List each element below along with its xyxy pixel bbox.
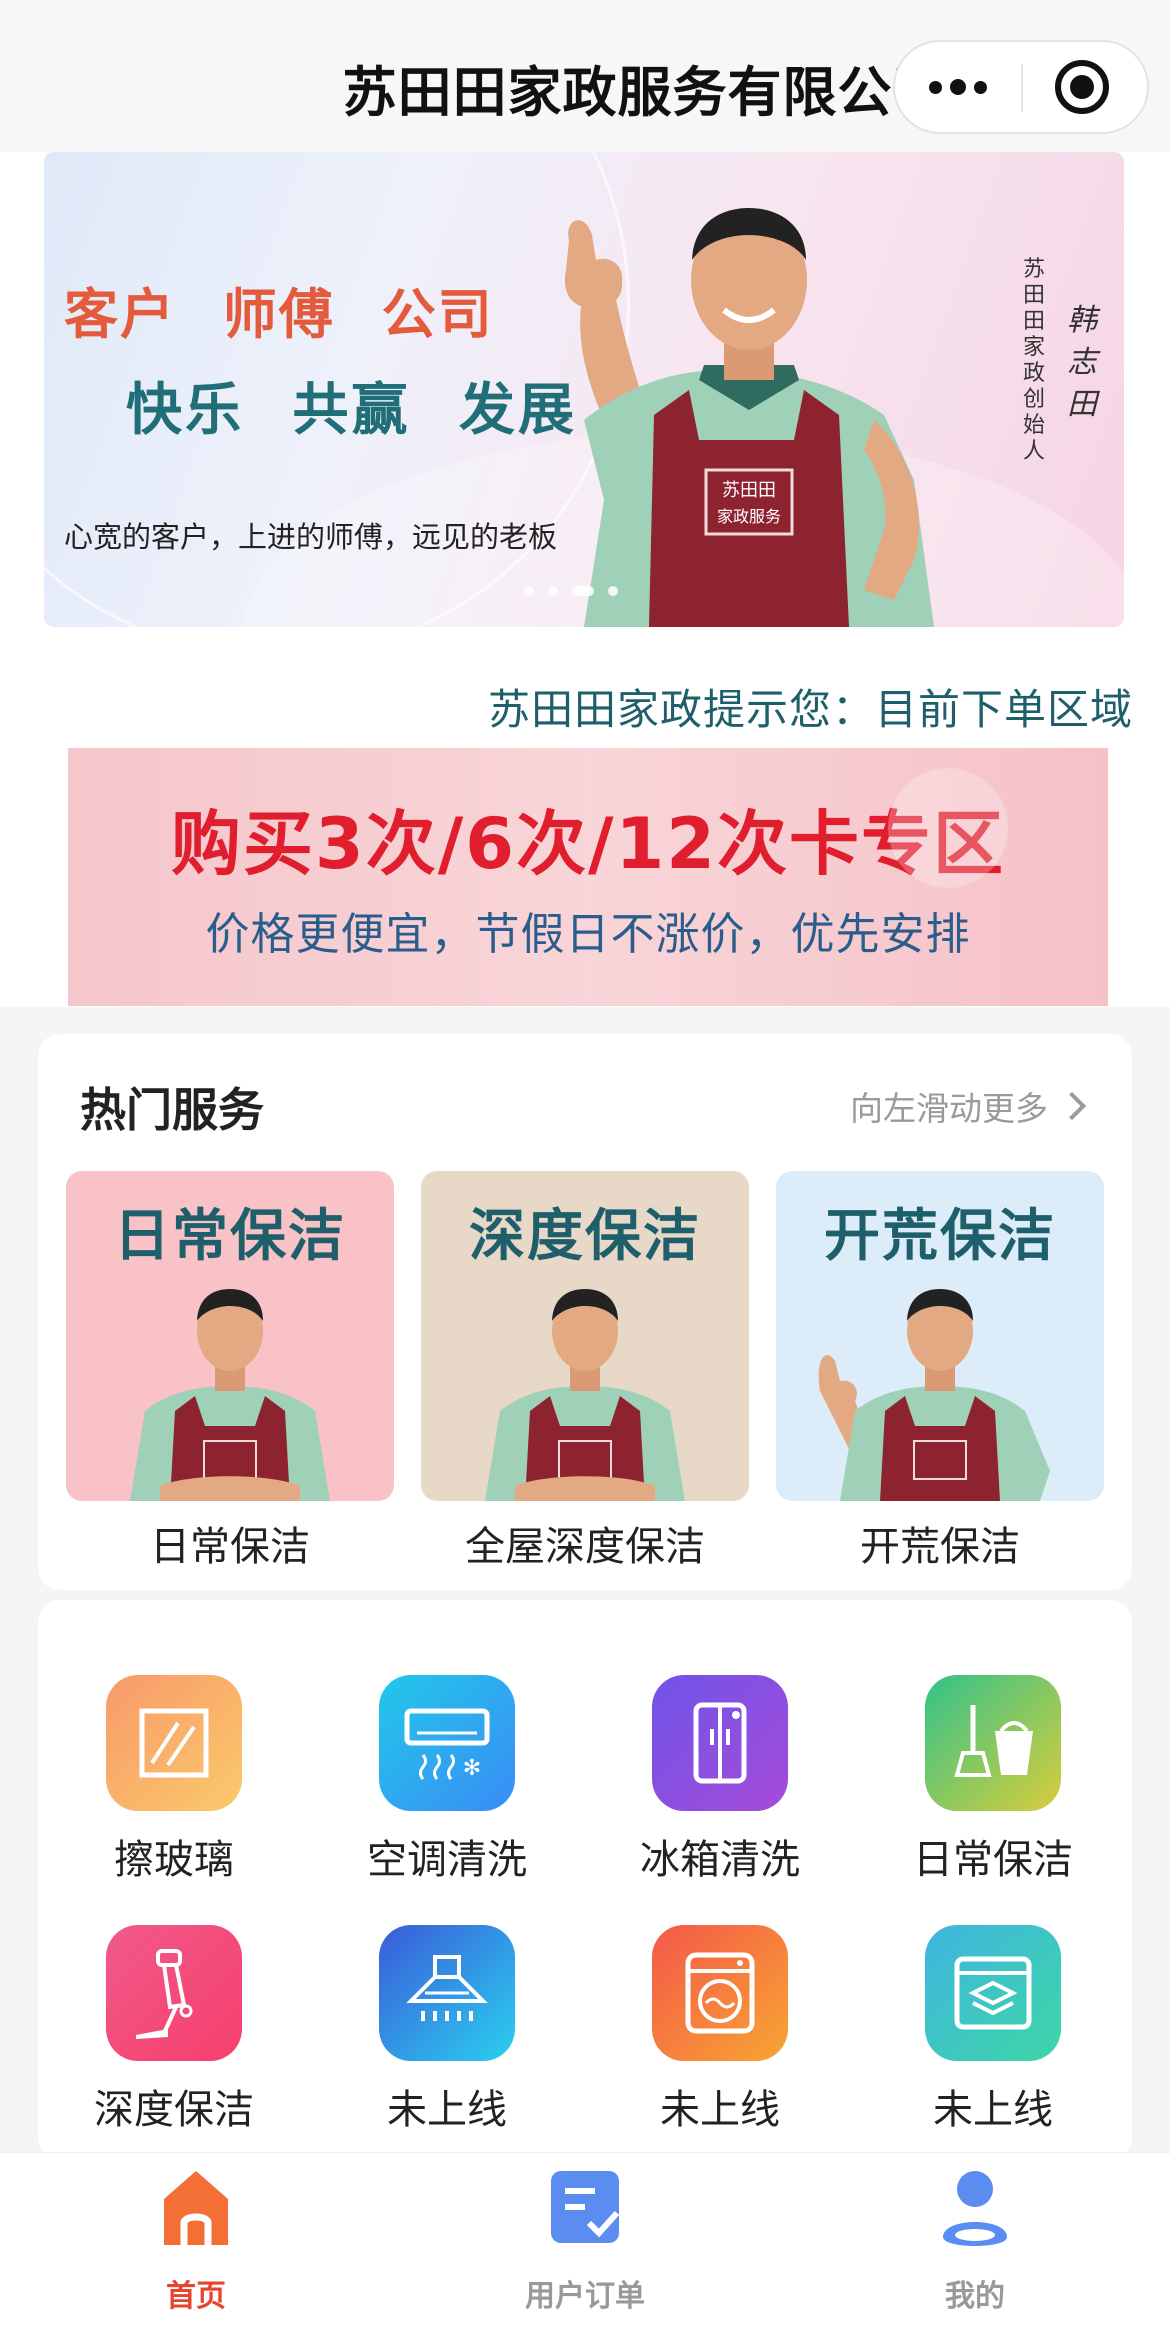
bottom-tab-bar: 首页 用户订单 我的 bbox=[0, 2152, 1170, 2328]
service-label-post-renovation: 开荒保洁 bbox=[860, 1524, 1020, 1570]
grid-item-daily[interactable]: 日常保洁 bbox=[883, 1675, 1103, 1885]
carousel-dot bbox=[524, 586, 534, 596]
apron-text-1: 苏田田 bbox=[722, 480, 776, 501]
vacuum-cleaner-icon bbox=[106, 1925, 242, 2061]
scroll-more-link[interactable]: 向左滑动更多 bbox=[850, 1082, 1087, 1130]
apron-text-2: 家政服务 bbox=[717, 507, 781, 526]
tab-profile[interactable]: 我的 bbox=[875, 2165, 1075, 2315]
grid-label: 擦玻璃 bbox=[114, 1837, 234, 1883]
grid-label: 未上线 bbox=[660, 2087, 780, 2133]
hot-services-card: 热门服务 向左滑动更多 日常保洁 日常保洁 深度保洁 全屋深度保洁 开荒保洁 开… bbox=[38, 1034, 1132, 1590]
promo-title: 购买3次/6次/12次卡专区 bbox=[171, 803, 1005, 885]
washing-machine-icon bbox=[652, 1925, 788, 2061]
banner-line-3: 心宽的客户，上进的师傅，远见的老板 bbox=[64, 520, 558, 554]
banner-line-2: 快乐 共赢 发展 bbox=[126, 378, 577, 443]
grid-item-fridge[interactable]: 冰箱清洗 bbox=[610, 1675, 830, 1885]
chevron-right-icon bbox=[1057, 1091, 1087, 1121]
grid-item-hood[interactable]: 未上线 bbox=[337, 1925, 557, 2135]
target-icon[interactable] bbox=[1055, 60, 1109, 114]
carousel-dot bbox=[548, 586, 558, 596]
banner-carousel[interactable]: 客户 师傅 公司 快乐 共赢 发展 心宽的客户，上进的师傅，远见的老板 苏田田 … bbox=[44, 152, 1124, 627]
range-hood-icon bbox=[379, 1925, 515, 2061]
service-card-daily[interactable]: 日常保洁 bbox=[66, 1171, 394, 1501]
broom-bucket-icon bbox=[925, 1675, 1061, 1811]
grid-item-deep[interactable]: 深度保洁 bbox=[64, 1925, 284, 2135]
more-dots-icon[interactable] bbox=[895, 42, 1021, 132]
svg-text:✻: ✻ bbox=[463, 1756, 481, 1781]
tab-orders[interactable]: 用户订单 bbox=[485, 2165, 685, 2315]
cleaner-photo bbox=[818, 1289, 1050, 1501]
promo-banner[interactable]: 购买3次/6次/12次卡专区 价格更便宜，节假日不涨价，优先安排 bbox=[68, 748, 1108, 1006]
carousel-dot-active bbox=[572, 586, 594, 596]
cleaner-photo bbox=[130, 1289, 330, 1501]
tab-label: 我的 bbox=[945, 2279, 1005, 2314]
window-glass-icon bbox=[106, 1675, 242, 1811]
grid-item-ac[interactable]: ✻ 空调清洗 bbox=[337, 1675, 557, 1885]
service-label-daily: 日常保洁 bbox=[150, 1524, 310, 1570]
grid-label: 深度保洁 bbox=[94, 2087, 254, 2133]
layers-box-icon bbox=[925, 1925, 1061, 2061]
grid-item-washer[interactable]: 未上线 bbox=[610, 1925, 830, 2135]
tab-home[interactable]: 首页 bbox=[96, 2165, 296, 2315]
tab-label: 用户订单 bbox=[525, 2279, 645, 2314]
grid-label: 未上线 bbox=[387, 2087, 507, 2133]
founder-photo: 苏田田 家政服务 bbox=[564, 208, 934, 627]
founder-signature: 韩志田 bbox=[1067, 303, 1097, 422]
service-card-post-renovation[interactable]: 开荒保洁 bbox=[776, 1171, 1104, 1501]
grid-label: 未上线 bbox=[933, 2087, 1053, 2133]
grid-label: 日常保洁 bbox=[913, 1837, 1073, 1883]
grid-label: 冰箱清洗 bbox=[640, 1837, 800, 1883]
notice-marquee: 苏田田家政提示您：目前下单区域 bbox=[44, 648, 1134, 758]
promo-subtitle: 价格更便宜，节假日不涨价，优先安排 bbox=[205, 909, 971, 960]
service-label-deep: 全屋深度保洁 bbox=[465, 1524, 705, 1570]
grid-label: 空调清洗 bbox=[367, 1837, 527, 1883]
tab-label: 首页 bbox=[166, 2279, 226, 2314]
banner-line-1: 客户 师傅 公司 bbox=[64, 283, 494, 346]
grid-item-glass[interactable]: 擦玻璃 bbox=[64, 1675, 284, 1885]
carousel-dot bbox=[608, 586, 618, 596]
carousel-indicator bbox=[524, 586, 618, 596]
home-icon bbox=[164, 2171, 228, 2245]
refrigerator-icon bbox=[652, 1675, 788, 1811]
order-icon bbox=[551, 2171, 620, 2243]
grid-item-box[interactable]: 未上线 bbox=[883, 1925, 1103, 2135]
capsule-divider bbox=[1021, 64, 1023, 112]
scroll-more-label: 向左滑动更多 bbox=[850, 1089, 1048, 1128]
notice-text: 苏田田家政提示您：目前下单区域 bbox=[488, 685, 1134, 734]
air-conditioner-icon: ✻ bbox=[379, 1675, 515, 1811]
mini-program-capsule bbox=[893, 40, 1149, 134]
hot-services-title: 热门服务 bbox=[80, 1083, 264, 1137]
service-grid-card: 擦玻璃 ✻ 空调清洗 冰箱清洗 日常保洁 深度保洁 未上线 未上线 未上线 bbox=[38, 1600, 1132, 2160]
user-icon bbox=[943, 2171, 1007, 2246]
navigation-bar: 苏田田家政服务有限公司 bbox=[0, 0, 1170, 152]
banner-vertical-text: 苏田田家政创始人 bbox=[1022, 257, 1045, 464]
service-card-deep[interactable]: 深度保洁 bbox=[421, 1171, 749, 1501]
cleaner-photo bbox=[485, 1289, 685, 1501]
